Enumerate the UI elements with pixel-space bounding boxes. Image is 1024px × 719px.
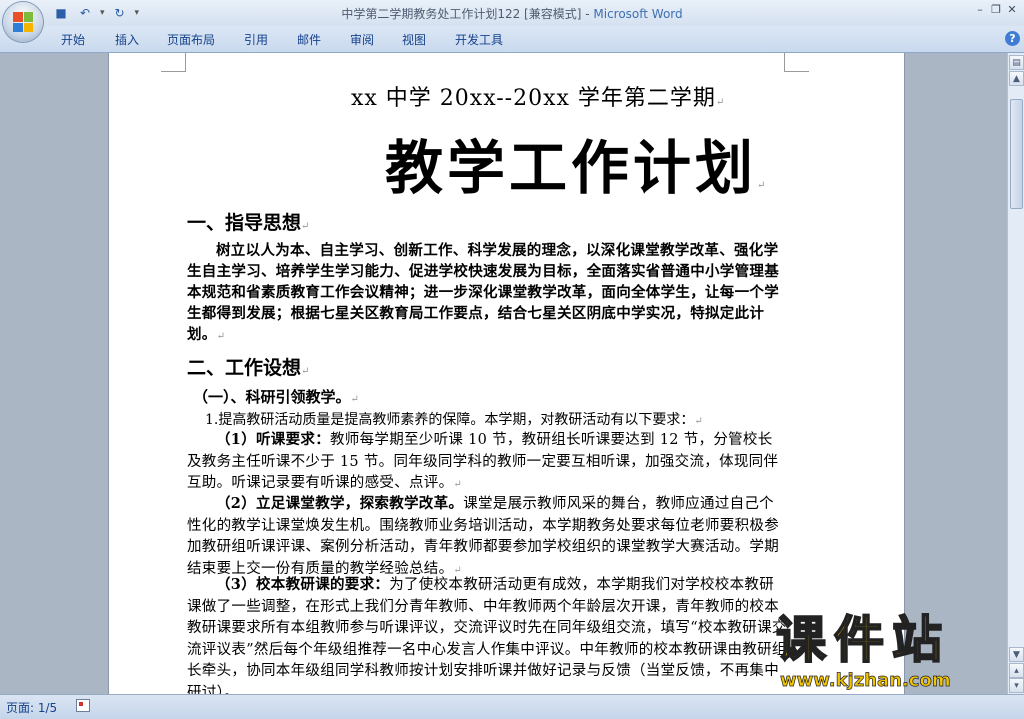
section2-heading: 二、工作设想↵ [187, 357, 310, 379]
paragraph-school-research: （3）校本教研课的要求：为了使校本教研活动更有成效，本学期我们对学校校本教研课做… [187, 576, 787, 694]
help-icon[interactable]: ? [1005, 31, 1020, 46]
watermark: 课件站 www.kjzhan.com [775, 611, 1024, 694]
margin-corner-top-left [161, 53, 186, 72]
tab-mailings[interactable]: 邮件 [297, 31, 321, 48]
scroll-thumb[interactable] [1010, 99, 1023, 209]
status-bar: 页面: 1/5 [0, 694, 1024, 719]
paragraph-classroom-reform: （2）立足课堂教学，探索教学改革。课堂是展示教师风采的舞台，教师应通过自己个性化… [187, 495, 779, 577]
window-title: 中学第二学期教务处工作计划122 [兼容模式] - Microsoft Word [0, 5, 1024, 22]
doc-subtitle: xx 中学 20xx--20xx 学年第二学期↵ [351, 86, 726, 111]
status-page-count[interactable]: 页面: 1/5 [6, 699, 57, 716]
title-bar: ■ ↶ ▾ ↻ ▾ 中学第二学期教务处工作计划122 [兼容模式] - Micr… [0, 0, 1024, 26]
window-title-app: Microsoft Word [593, 7, 683, 21]
sub1-heading: （一）、科研引领教学。↵ [193, 388, 359, 406]
doc-title: 教学工作计划↵ [385, 134, 770, 202]
proofing-icon[interactable] [76, 699, 90, 712]
window-title-doc: 中学第二学期教务处工作计划122 [兼容模式] - [341, 7, 594, 21]
tab-view[interactable]: 视图 [402, 31, 426, 48]
tab-home[interactable]: 开始 [61, 31, 85, 48]
document-page[interactable]: xx 中学 20xx--20xx 学年第二学期↵ 教学工作计划↵ 一、指导思想↵… [109, 53, 904, 694]
office-button[interactable] [3, 2, 43, 42]
section1-heading: 一、指导思想↵ [187, 212, 310, 234]
tab-developer[interactable]: 开发工具 [455, 31, 503, 48]
paragraph-lecture-requirements: （1）听课要求：教师每学期至少听课 10 节，教研组长听课要达到 12 节，分管… [187, 431, 779, 491]
watermark-text: 课件站 [775, 611, 950, 669]
office-logo-icon [13, 12, 33, 32]
close-icon[interactable]: ✕ [1004, 2, 1020, 18]
restore-icon[interactable]: ❐ [988, 2, 1004, 18]
tab-page-layout[interactable]: 页面布局 [167, 31, 215, 48]
scroll-up-icon[interactable]: ▲ [1009, 71, 1024, 86]
tab-review[interactable]: 审阅 [350, 31, 374, 48]
tab-insert[interactable]: 插入 [115, 31, 139, 48]
margin-corner-top-right [784, 53, 809, 72]
ribbon-tabs: 开始 插入 页面布局 引用 邮件 审阅 视图 开发工具 ? [0, 26, 1024, 53]
document-area: xx 中学 20xx--20xx 学年第二学期↵ 教学工作计划↵ 一、指导思想↵… [0, 53, 1007, 694]
ruler-toggle-icon[interactable]: ▤ [1009, 55, 1024, 70]
watermark-url: www.kjzhan.com [780, 670, 951, 692]
window-controls: – ❐ ✕ [972, 2, 1020, 18]
vertical-scrollbar[interactable]: ▤ ▲ ▼ ▴ ▾ [1007, 53, 1024, 694]
minimize-icon[interactable]: – [972, 2, 988, 18]
section1-paragraph: 树立以人为本、自主学习、创新工作、科学发展的理念，以深化课堂教学改革、强化学生自… [187, 242, 779, 343]
item1-text: 1.提高教研活动质量是提高教师素养的保障。本学期，对教研活动有以下要求：↵ [205, 412, 703, 428]
tab-references[interactable]: 引用 [244, 31, 268, 48]
